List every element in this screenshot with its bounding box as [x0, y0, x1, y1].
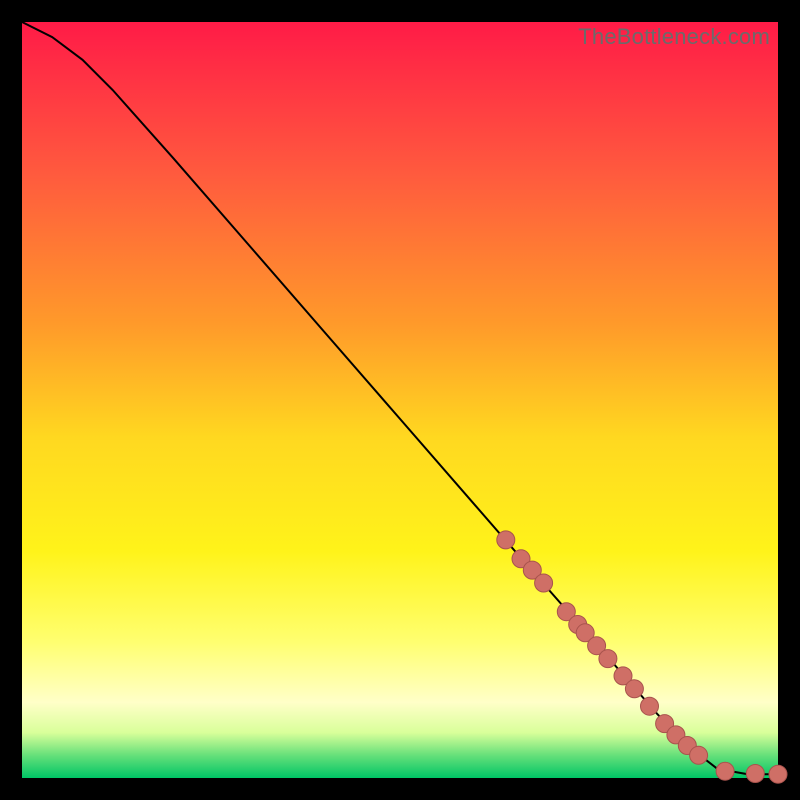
marker-point: [625, 680, 643, 698]
marker-point: [716, 762, 734, 780]
marker-point: [497, 531, 515, 549]
bottleneck-curve: [22, 22, 778, 774]
plot-area: TheBottleneck.com: [22, 22, 778, 778]
curve-layer: [22, 22, 778, 778]
marker-point: [641, 697, 659, 715]
marker-point: [690, 746, 708, 764]
chart-frame: TheBottleneck.com: [0, 0, 800, 800]
marker-point: [769, 765, 787, 783]
marker-point: [599, 650, 617, 668]
marker-point: [535, 574, 553, 592]
marker-point: [746, 765, 764, 783]
marker-group: [497, 531, 787, 783]
